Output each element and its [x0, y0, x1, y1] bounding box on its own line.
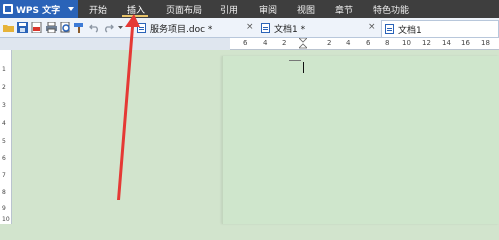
wps-logo-icon — [3, 4, 13, 14]
tab-document1-modified[interactable]: 文档1 * × — [258, 20, 378, 37]
tab-label: 文档1 — [398, 26, 422, 36]
tab-label: 服务项目.doc * — [150, 25, 213, 35]
chevron-down-icon — [68, 7, 74, 11]
toolbar-dropdown-icon[interactable] — [117, 22, 124, 33]
document-page[interactable] — [222, 56, 499, 224]
ruler-number: 8 — [385, 39, 390, 47]
format-painter-icon[interactable] — [74, 22, 85, 33]
undo-icon[interactable] — [89, 22, 100, 33]
wps-app-menu-button[interactable]: WPS 文字 — [0, 0, 78, 18]
close-icon[interactable]: × — [368, 22, 376, 32]
ruler-number: 18 — [481, 39, 490, 47]
ruler-number: 2 — [2, 84, 6, 91]
export-pdf-icon[interactable] — [31, 22, 42, 33]
ruler-number: 4 — [346, 39, 351, 47]
tab-document1[interactable]: 文档1 — [381, 20, 499, 37]
menu-review[interactable]: 审阅 — [259, 3, 277, 16]
document-icon — [385, 24, 394, 34]
ruler-number: 2 — [327, 39, 332, 47]
text-cursor — [303, 62, 304, 73]
vertical-ruler[interactable]: 1 2 3 4 5 6 7 8 9 10 — [0, 50, 12, 224]
ruler-number: 10 — [2, 216, 10, 223]
active-menu-indicator — [122, 15, 148, 17]
menu-chapters[interactable]: 章节 — [335, 3, 353, 16]
quick-access-toolbar: 服务项目.doc * × 文档1 * × 文档1 — [0, 18, 499, 38]
app-title: WPS 文字 — [16, 6, 61, 16]
ruler-number: 4 — [2, 120, 6, 127]
margin-corner-marker — [289, 60, 301, 61]
ruler-number: 2 — [282, 39, 287, 47]
ruler-number: 6 — [366, 39, 371, 47]
ruler-number: 3 — [2, 102, 6, 109]
save-icon[interactable] — [17, 22, 28, 33]
close-icon[interactable]: × — [246, 22, 254, 32]
ruler-number: 16 — [461, 39, 470, 47]
print-preview-icon[interactable] — [60, 22, 71, 33]
ruler-number: 9 — [2, 205, 6, 212]
ruler-number: 14 — [442, 39, 451, 47]
tab-service-items-doc[interactable]: 服务项目.doc * × — [134, 20, 254, 37]
ruler-number: 6 — [2, 155, 6, 162]
document-icon — [137, 23, 146, 33]
menu-bar: WPS 文字 开始 插入 页面布局 引用 审阅 视图 章节 特色功能 — [0, 0, 499, 18]
tab-label: 文档1 * — [274, 25, 306, 35]
ruler-number: 1 — [2, 66, 6, 73]
print-icon[interactable] — [46, 22, 57, 33]
ruler-number: 10 — [402, 39, 411, 47]
ruler-number: 7 — [2, 172, 6, 179]
menu-home[interactable]: 开始 — [89, 3, 107, 16]
open-folder-icon[interactable] — [3, 22, 14, 33]
menu-view[interactable]: 视图 — [297, 3, 315, 16]
ruler-number: 8 — [2, 189, 6, 196]
ruler-number: 5 — [2, 138, 6, 145]
horizontal-ruler[interactable]: 6 4 2 2 4 6 8 10 12 14 16 18 — [230, 38, 499, 50]
document-icon — [261, 23, 270, 33]
ruler-number: 6 — [243, 39, 248, 47]
redo-icon[interactable] — [103, 22, 114, 33]
ruler-number: 12 — [422, 39, 431, 47]
menu-special-features[interactable]: 特色功能 — [373, 3, 409, 16]
ruler-number: 4 — [263, 39, 268, 47]
indent-marker-icon[interactable] — [299, 38, 307, 50]
menu-references[interactable]: 引用 — [220, 3, 238, 16]
menu-page-layout[interactable]: 页面布局 — [166, 3, 202, 16]
